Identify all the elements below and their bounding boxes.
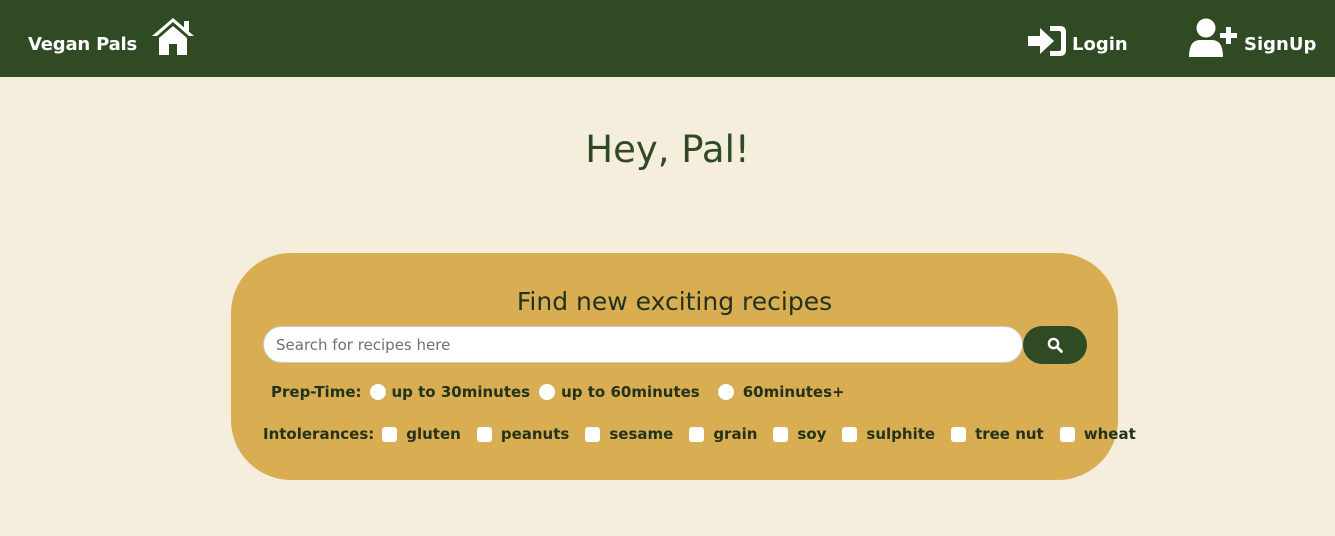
intolerances-label: Intolerances: — [263, 425, 375, 443]
intolerance-option-label: sesame — [609, 425, 674, 443]
intolerance-option-label: wheat — [1083, 425, 1136, 443]
intolerance-checkbox-wheat[interactable] — [1059, 426, 1075, 442]
prep-time-radio-60[interactable] — [539, 384, 556, 400]
prep-time-label: Prep-Time: — [271, 383, 362, 401]
search-card-title: Find new exciting recipes — [516, 287, 833, 316]
intolerance-checkbox-peanuts[interactable] — [476, 426, 492, 442]
prep-time-option-label: 60minutes+ — [742, 383, 845, 401]
login-label: Login — [1072, 34, 1128, 55]
signup-link[interactable]: SignUp — [1188, 18, 1316, 58]
brand-name[interactable]: Vegan Pals — [28, 34, 137, 55]
prep-time-option-label: up to 30minutes — [391, 383, 531, 401]
sign-in-icon — [1028, 26, 1066, 56]
intolerance-option-label: soy — [797, 425, 827, 443]
navbar: Vegan Pals Login SignUp — [0, 0, 1335, 77]
intolerance-checkbox-sulphite[interactable] — [842, 426, 858, 442]
prep-time-option-label: up to 60minutes — [561, 383, 700, 401]
login-link[interactable]: Login — [1026, 18, 1128, 58]
intolerance-option-label: grain — [713, 425, 758, 443]
intolerance-checkbox-grain[interactable] — [689, 426, 705, 442]
prep-time-radio-60-plus[interactable] — [717, 384, 734, 400]
home-icon[interactable] — [150, 16, 196, 56]
user-plus-icon — [1189, 18, 1237, 57]
intolerance-option-label: gluten — [406, 425, 461, 443]
intolerance-checkbox-gluten[interactable] — [382, 426, 398, 442]
prep-time-filter: Prep-Time: up to 30minutes up to 60minut… — [271, 383, 845, 401]
intolerance-checkbox-sesame[interactable] — [585, 426, 601, 442]
page-title: Hey, Pal! — [585, 128, 750, 171]
intolerance-option-label: peanuts — [500, 425, 570, 443]
prep-time-radio-30[interactable] — [369, 384, 386, 400]
intolerance-checkbox-soy[interactable] — [773, 426, 789, 442]
intolerance-checkbox-tree-nut[interactable] — [951, 426, 967, 442]
signup-label: SignUp — [1244, 34, 1317, 55]
intolerances-filter: Intolerances: gluten peanuts sesame grai… — [263, 425, 1136, 443]
search-button[interactable] — [1023, 326, 1087, 364]
search-icon — [1047, 337, 1063, 353]
search-input[interactable] — [263, 326, 1023, 363]
search-card: Find new exciting recipes Prep-Time: up … — [231, 253, 1136, 480]
intolerance-option-label: sulphite — [866, 425, 936, 443]
intolerance-option-label: tree nut — [975, 425, 1044, 443]
